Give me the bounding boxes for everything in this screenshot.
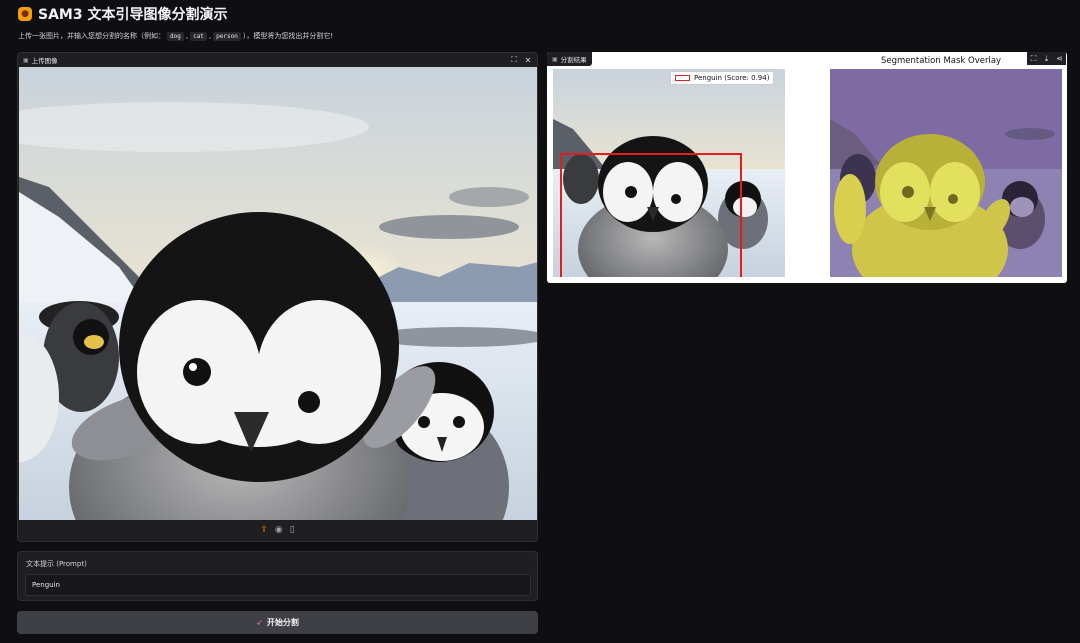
download-icon[interactable]: ⤓ [1040,52,1053,65]
page-title: SAM3 文本引导图像分割演示 [38,7,228,23]
result-panel-tools: ⛶ ⤓ ⋖ [1027,52,1066,65]
bbox-result-image [553,69,785,277]
legend-label: Penguin (Score: 0.94) [694,74,770,82]
example-code: person [213,31,241,41]
upload-image-panel[interactable]: ▣ 上传图像 ⛶ ✕ ⇪ ◉ ▯ [17,52,538,542]
result-panel-label-text: 分割结果 [560,56,587,64]
fullscreen-icon[interactable]: ⛶ [1027,52,1040,65]
subtitle: 上传一张图片，并输入您想分割的名称（例如： dog , cat , person… [18,31,333,41]
legend-swatch [675,75,690,81]
upload-panel-tools: ⛶ ✕ [508,54,534,66]
result-panel-label: ▣ 分割结果 [547,52,592,66]
overlay-title: Segmentation Mask Overlay [881,56,1002,66]
clipboard-icon[interactable]: ▯ [290,525,295,535]
prompt-label: 文本提示 (Prompt) [26,560,87,568]
header: ● SAM3 文本引导图像分割演示 [18,4,227,24]
webcam-icon[interactable]: ◉ [275,525,283,535]
close-icon[interactable]: ✕ [522,54,534,66]
image-icon: ▣ [552,55,558,63]
example-code: cat [190,31,207,41]
uploaded-image [19,67,537,520]
subtitle-suffix: ），模型将为您找出并分割它! [242,32,334,40]
detection-legend: Penguin (Score: 0.94) [670,71,775,85]
upload-panel-label-text: 上传图像 [31,57,58,65]
start-segmentation-button[interactable]: ➶ 开始分割 [17,611,538,634]
mask-overlay-image [830,69,1062,277]
rocket-icon: ➶ [256,618,263,627]
fullscreen-icon[interactable]: ⛶ [508,54,520,66]
separator: , [208,32,212,40]
penguin-bounding-box [560,153,742,277]
panda-icon: ● [18,7,32,21]
upload-panel-label: ▣ 上传图像 [18,53,63,67]
segmentation-result-panel: ▣ 分割结果 ⛶ ⤓ ⋖ Segmentation Mask Overlay P… [547,52,1067,283]
prompt-panel: 文本提示 (Prompt) [17,551,538,601]
subtitle-prefix: 上传一张图片，并输入您想分割的名称（例如： [18,32,165,40]
image-icon: ▣ [23,56,29,64]
example-code: dog [167,31,184,41]
upload-icon[interactable]: ⇪ [260,525,268,535]
share-icon[interactable]: ⋖ [1053,52,1066,65]
prompt-input[interactable] [25,574,531,596]
run-button-label: 开始分割 [266,618,299,627]
upload-toolbar: ⇪ ◉ ▯ [18,519,537,541]
separator: , [185,32,189,40]
